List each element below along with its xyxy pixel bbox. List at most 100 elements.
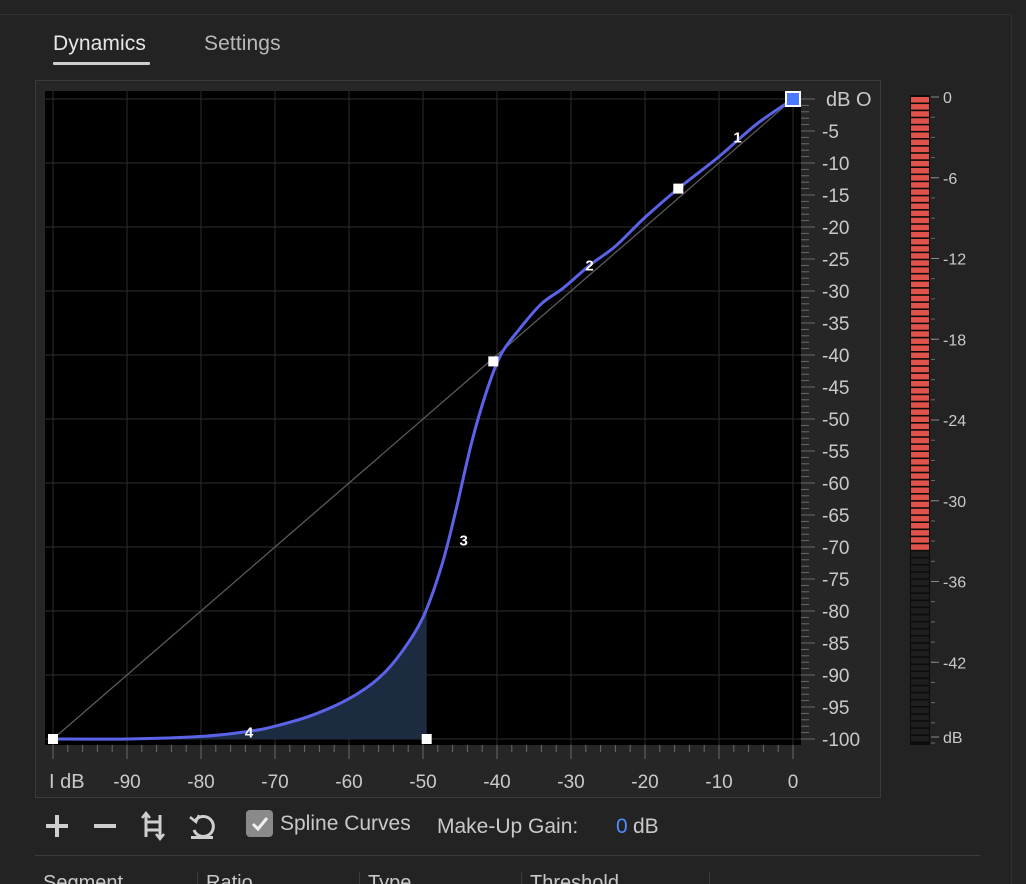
control-point-selected[interactable]	[785, 91, 801, 107]
y-tick-label: -10	[822, 154, 849, 175]
meter-segment	[911, 146, 929, 153]
meter-segment	[911, 608, 929, 614]
meter-segment	[911, 601, 929, 607]
meter-segment	[911, 132, 929, 138]
meter-segment	[911, 352, 929, 359]
meter-segment	[911, 615, 929, 621]
meter-segment	[911, 274, 929, 280]
meter-segment	[911, 665, 929, 671]
meter-segment	[911, 310, 929, 316]
y-tick-label: -50	[822, 410, 849, 431]
meter-segment	[911, 281, 929, 288]
invert-points-button[interactable]	[135, 806, 171, 846]
control-point[interactable]	[48, 734, 58, 744]
meter-label: -36	[943, 575, 966, 592]
meter-segment	[911, 111, 929, 117]
control-point[interactable]	[488, 356, 499, 367]
x-tick-label: -70	[261, 772, 288, 793]
meter-segment	[911, 402, 929, 408]
segment-label: 2	[585, 257, 593, 274]
makeup-gain-unit: dB	[633, 815, 659, 838]
reset-button[interactable]	[184, 806, 220, 846]
meter-segment	[911, 409, 929, 415]
meter-segment	[911, 246, 929, 252]
column-header-type[interactable]: Type	[359, 872, 411, 884]
remove-point-button[interactable]	[87, 806, 123, 846]
meter-segment	[911, 437, 929, 444]
meter-segment	[911, 501, 929, 508]
invert-points-icon	[141, 811, 165, 841]
meter-segment	[911, 444, 929, 451]
column-header-threshold[interactable]: Threshold	[521, 872, 619, 884]
makeup-gain-value[interactable]: 0	[616, 815, 628, 839]
reset-icon	[189, 814, 215, 839]
meter-segment	[911, 224, 929, 231]
x-tick-label: -30	[557, 772, 584, 793]
meter-segment	[911, 643, 929, 650]
y-tick-label: -95	[822, 698, 849, 719]
meter-segment	[911, 210, 929, 217]
meter-segment	[911, 217, 929, 224]
meter-segment	[911, 302, 929, 309]
meter-segment	[911, 558, 929, 564]
meter-label: 0	[943, 90, 952, 107]
dynamics-graph[interactable]: 1 2 3 4 dB O -5 -10 -15 -20 -25 -30 -35 -40 -45 -50 -55…	[0, 0, 900, 800]
meter-segment	[911, 650, 929, 657]
y-axis-title: dB O	[826, 89, 872, 111]
spline-curves-checkbox[interactable]	[246, 810, 273, 837]
segment-label: 3	[460, 533, 468, 550]
meter-segment	[911, 118, 929, 124]
y-tick-label: -90	[822, 666, 849, 687]
meter-segment	[911, 97, 929, 103]
meter-segment	[911, 253, 929, 259]
meter-segment	[911, 160, 929, 167]
x-tick-label: -60	[335, 772, 362, 793]
x-tick-label: -80	[187, 772, 214, 793]
makeup-gain-label: Make-Up Gain:	[437, 815, 579, 838]
meter-segment	[911, 104, 929, 110]
control-point[interactable]	[673, 183, 684, 194]
x-tick-label: -90	[113, 772, 140, 793]
meter-segment	[911, 416, 929, 422]
control-point[interactable]	[421, 734, 432, 744]
meter-segment	[911, 203, 929, 209]
meter-segment	[911, 466, 929, 472]
y-tick-label: -55	[822, 442, 849, 463]
add-point-button[interactable]	[39, 806, 75, 846]
meter-segment	[911, 196, 929, 202]
meter-segment	[911, 672, 929, 678]
y-tick-label: -15	[822, 186, 849, 207]
x-tick-label: -10	[705, 772, 732, 793]
meter-segment	[911, 381, 929, 387]
meter-segment	[911, 508, 929, 515]
column-header-ratio[interactable]: Ratio	[197, 872, 253, 884]
meter-segment	[911, 636, 929, 643]
meter-segment	[911, 452, 929, 458]
meter-segment	[911, 586, 929, 593]
meter-segment	[911, 707, 929, 714]
meter-segment	[911, 260, 929, 266]
meter-segment	[911, 366, 929, 373]
meter-segment	[911, 700, 929, 706]
y-tick-label: -100	[822, 730, 860, 751]
meter-segment	[911, 594, 929, 600]
spline-curves-label[interactable]: Spline Curves	[280, 812, 411, 836]
y-tick-label: -30	[822, 282, 849, 303]
x-tick-label: 0	[788, 772, 799, 793]
meter-segment	[911, 359, 929, 366]
plus-icon	[46, 815, 68, 837]
meter-segment	[911, 395, 929, 401]
minus-icon	[94, 824, 116, 828]
y-tick-label: -35	[822, 314, 849, 335]
meter-segment	[911, 423, 929, 430]
checkmark-icon	[251, 816, 268, 831]
meter-label: dB	[943, 730, 963, 747]
y-tick-label: -80	[822, 602, 849, 623]
meter-segment	[911, 473, 929, 479]
meter-label: -12	[943, 252, 966, 269]
x-axis-title: I dB	[49, 771, 85, 793]
y-tick-label: -75	[822, 570, 849, 591]
column-header-segment[interactable]: Segment	[35, 872, 123, 884]
meter-segment	[911, 331, 929, 337]
meter-segment	[911, 189, 929, 195]
